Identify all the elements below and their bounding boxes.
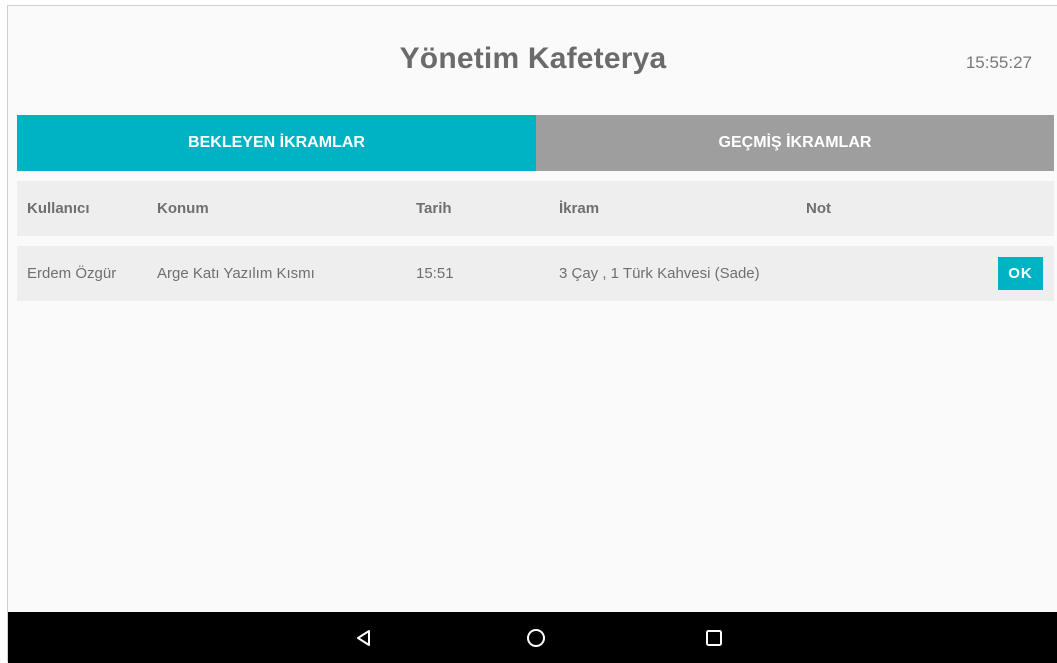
column-header-user: Kullanıcı	[27, 200, 90, 217]
tab-past-treats[interactable]: GEÇMİŞ İKRAMLAR	[536, 115, 1054, 171]
page-title: Yönetim Kafeterya	[399, 42, 667, 75]
recent-apps-icon	[706, 629, 722, 646]
clock: 15:55:27	[965, 53, 1032, 72]
tab-pending-treats-label: BEKLEYEN İKRAMLAR	[188, 134, 365, 151]
column-header-note: Not	[806, 200, 831, 217]
table-header: Kullanıcı Konum Tarih İkram Not	[17, 181, 1054, 236]
tab-pending-treats[interactable]: BEKLEYEN İKRAMLAR	[17, 115, 536, 171]
system-navigation-bar	[8, 612, 1057, 663]
table-row: Erdem Özgür Arge Katı Yazılım Kısmı 15:5…	[17, 246, 1054, 301]
column-header-location: Konum	[157, 200, 209, 217]
cell-date: 15:51	[416, 265, 454, 282]
back-button[interactable]	[334, 612, 394, 663]
cell-location: Arge Katı Yazılım Kısmı	[157, 265, 315, 282]
cell-item: 3 Çay , 1 Türk Kahvesi (Sade)	[559, 265, 760, 282]
ok-button[interactable]: OK	[998, 257, 1043, 290]
recent-apps-button[interactable]	[684, 612, 744, 663]
home-icon	[527, 628, 545, 647]
back-icon	[357, 629, 370, 646]
column-header-date: Tarih	[416, 200, 452, 217]
cell-user: Erdem Özgür	[27, 265, 117, 282]
app-screen: Yönetim Kafeterya 15:55:27 BEKLEYEN İKRA…	[7, 5, 1057, 663]
home-button[interactable]	[506, 612, 566, 663]
tab-bar: BEKLEYEN İKRAMLAR GEÇMİŞ İKRAMLAR	[17, 115, 1054, 171]
tab-past-treats-label: GEÇMİŞ İKRAMLAR	[718, 134, 872, 151]
column-header-item: İkram	[559, 200, 600, 217]
